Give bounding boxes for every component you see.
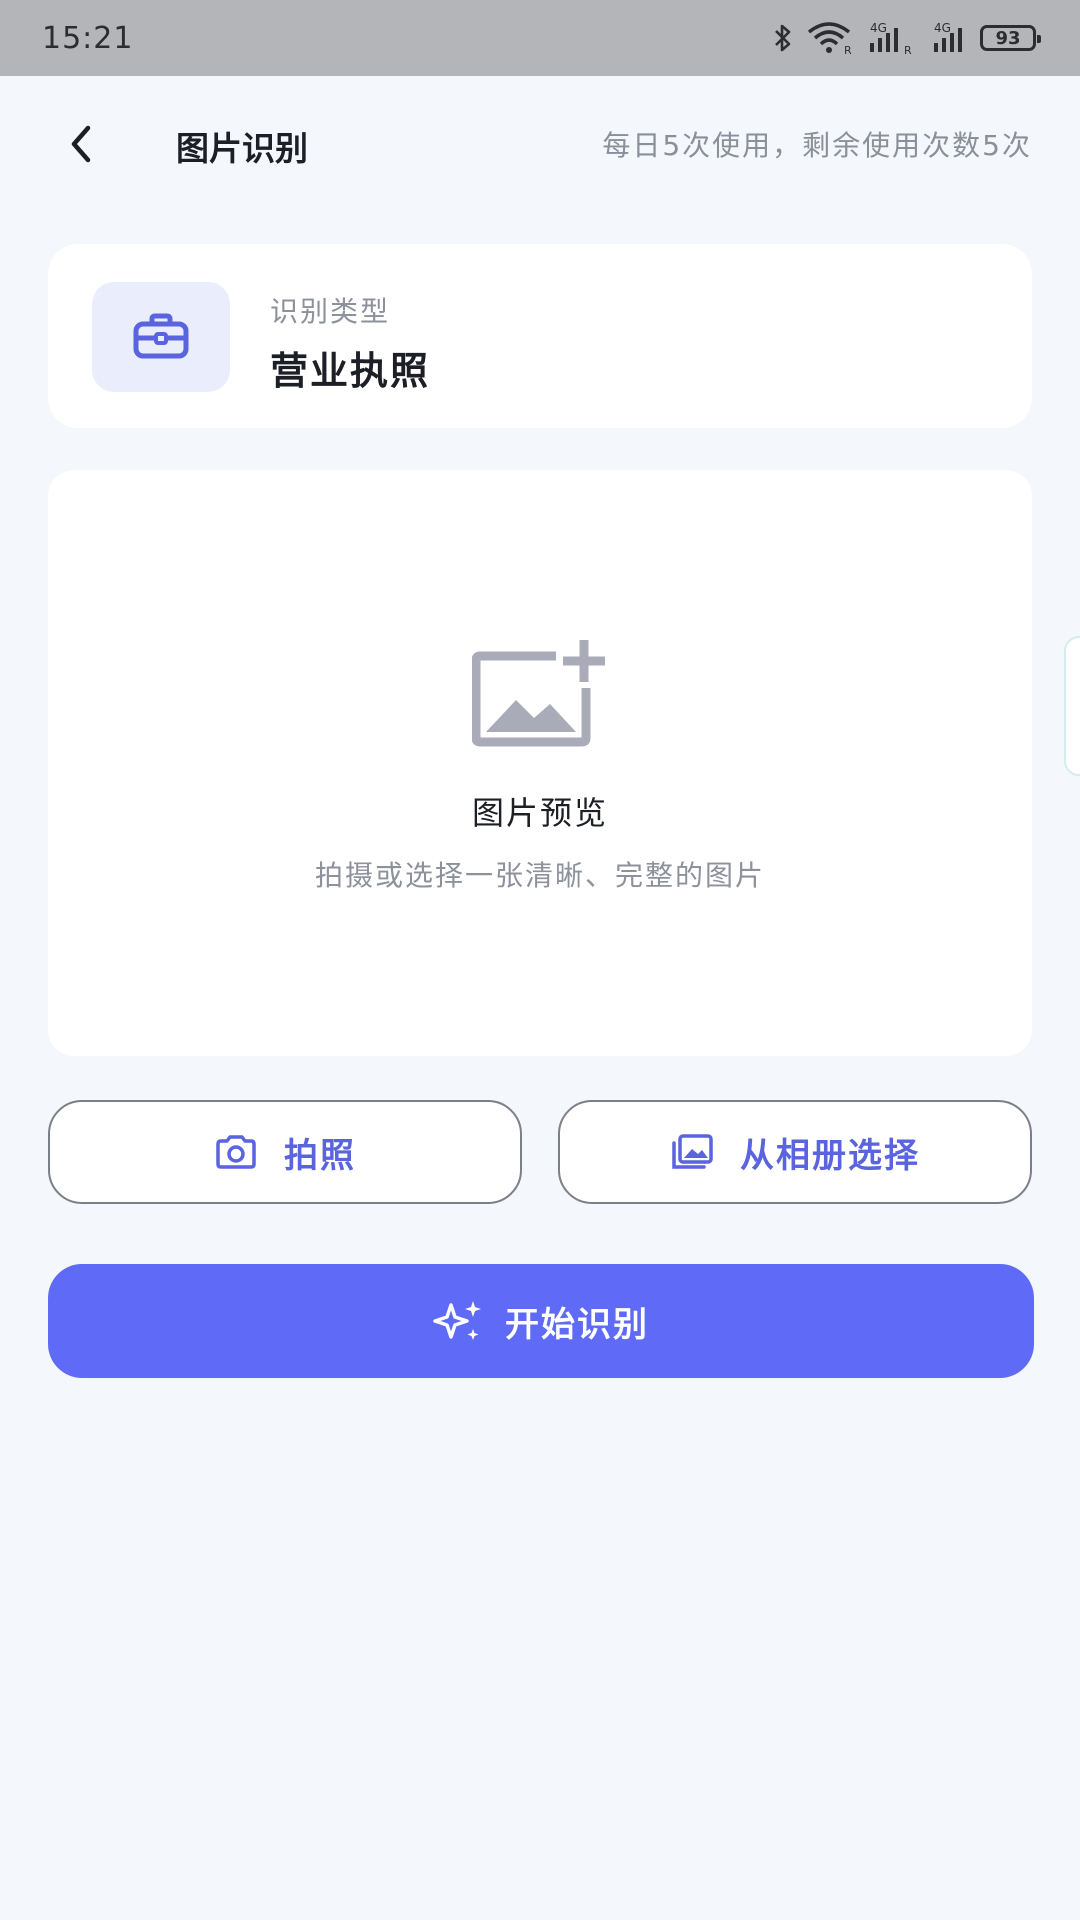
briefcase-icon bbox=[133, 313, 189, 359]
type-icon-box bbox=[92, 282, 230, 392]
type-value: 营业执照 bbox=[270, 349, 431, 393]
take-photo-label: 拍照 bbox=[284, 1135, 356, 1176]
svg-text:R: R bbox=[904, 44, 912, 55]
wifi-icon: R bbox=[807, 22, 852, 55]
chevron-left-icon bbox=[71, 125, 91, 163]
type-label: 识别类型 bbox=[270, 295, 391, 328]
bluetooth-icon bbox=[775, 24, 791, 52]
usage-quota-text: 每日5次使用，剩余使用次数5次 bbox=[602, 129, 1032, 162]
gallery-icon bbox=[672, 1134, 713, 1169]
battery-level: 93 bbox=[995, 27, 1021, 49]
svg-text:4G: 4G bbox=[934, 21, 951, 35]
take-photo-button[interactable]: 拍照 bbox=[48, 1100, 522, 1204]
camera-icon bbox=[216, 1135, 256, 1169]
status-icons: R 4G R 4G 93 bbox=[770, 21, 1041, 55]
sparkle-icon bbox=[433, 1301, 481, 1340]
recognition-type-card[interactable]: 识别类型 营业执照 bbox=[48, 244, 1032, 428]
choose-from-album-button[interactable]: 从相册选择 bbox=[558, 1100, 1032, 1204]
start-recognition-button[interactable]: 开始识别 bbox=[48, 1264, 1034, 1378]
choose-from-album-label: 从相册选择 bbox=[740, 1135, 920, 1176]
svg-text:R: R bbox=[844, 44, 852, 55]
preview-hint: 拍摄或选择一张清晰、完整的图片 bbox=[314, 859, 765, 892]
header: 图片识别 每日5次使用，剩余使用次数5次 bbox=[0, 76, 1080, 210]
image-preview-area[interactable]: 图片预览 拍摄或选择一张清晰、完整的图片 bbox=[48, 470, 1032, 1056]
preview-title: 图片预览 bbox=[471, 794, 608, 832]
status-time: 15:21 bbox=[42, 20, 134, 56]
image-add-icon bbox=[472, 640, 605, 747]
battery-indicator: 93 bbox=[980, 25, 1041, 51]
start-recognition-label: 开始识别 bbox=[505, 1304, 649, 1345]
signal-4g-icon: 4G R bbox=[870, 21, 912, 55]
status-bar: 15:21 R 4G R 4G 93 bbox=[0, 0, 1080, 76]
side-drawer-handle[interactable] bbox=[1064, 636, 1080, 776]
page-title: 图片识别 bbox=[176, 129, 308, 168]
back-button[interactable] bbox=[58, 120, 106, 168]
svg-text:4G: 4G bbox=[870, 21, 887, 35]
signal-4g-icon-2: 4G bbox=[934, 21, 962, 52]
